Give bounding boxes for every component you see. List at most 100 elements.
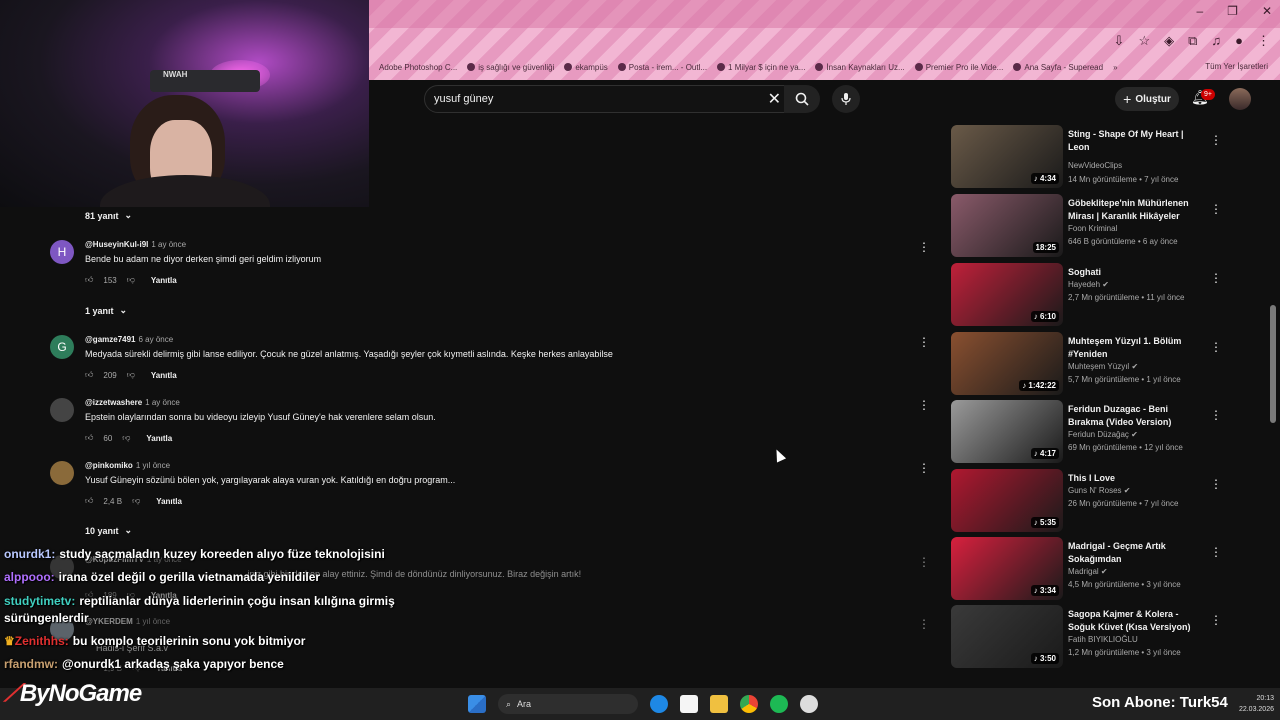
- channel-name[interactable]: Hayedeh ✔: [1068, 280, 1109, 289]
- dislike-icon[interactable]: 👎︎: [127, 275, 135, 285]
- install-app-icon[interactable]: ⇩: [1114, 33, 1125, 49]
- comment-author[interactable]: @pinkomiko: [85, 461, 133, 470]
- bookmark-item[interactable]: iş sağlığı ve güvenliği: [467, 63, 554, 72]
- bookmarks-overflow[interactable]: »: [1113, 63, 1117, 72]
- like-icon[interactable]: 👍︎: [85, 433, 93, 443]
- dislike-icon[interactable]: 👎︎: [132, 496, 140, 506]
- taskbar-clock[interactable]: 20:13 22.03.2026: [1228, 693, 1274, 715]
- bookmark-item[interactable]: Premier Pro ile Vide...: [914, 63, 1003, 72]
- video-card[interactable]: ♪ 5:35 This I Love Guns N' Roses ✔ 26 Mn…: [948, 469, 1218, 535]
- more-options-icon[interactable]: ⋮: [918, 398, 930, 412]
- comment-date[interactable]: 6 ay önce: [139, 335, 174, 344]
- video-card[interactable]: ♪ 3:34 Madrigal - Geçme Artık Sokağımdan…: [948, 537, 1218, 603]
- menu-icon[interactable]: ⋮: [1257, 33, 1270, 49]
- clear-search-icon[interactable]: ✕: [768, 89, 781, 109]
- comment-date[interactable]: 1 ay önce: [145, 398, 180, 407]
- puzzle-icon[interactable]: ⧉: [1188, 33, 1197, 49]
- account-avatar[interactable]: [1229, 88, 1251, 110]
- video-card[interactable]: ♪ 1:42:22 Muhteşem Yüzyıl 1. Bölüm #Yeni…: [948, 332, 1218, 398]
- more-options-icon[interactable]: ⋮: [1210, 545, 1218, 559]
- close-window-button[interactable]: ✕: [1262, 4, 1272, 18]
- spotify-icon[interactable]: [770, 695, 788, 713]
- more-options-icon[interactable]: ⋮: [1210, 477, 1218, 491]
- bookmark-item[interactable]: Adobe Photoshop C...: [379, 63, 457, 72]
- dislike-icon[interactable]: 👎︎: [127, 370, 135, 380]
- more-options-icon[interactable]: ⋮: [1210, 202, 1218, 216]
- edge-icon[interactable]: [650, 695, 668, 713]
- replies-toggle[interactable]: 81 yanıt ⌄: [85, 210, 132, 221]
- profile-icon[interactable]: ●: [1235, 33, 1243, 49]
- comment-author[interactable]: @gamze7491: [85, 335, 136, 344]
- chrome-icon[interactable]: [740, 695, 758, 713]
- more-options-icon[interactable]: ⋮: [918, 617, 930, 631]
- channel-name[interactable]: Muhteşem Yüzyıl ✔: [1068, 362, 1138, 371]
- video-thumbnail[interactable]: ♪ 1:42:22: [951, 332, 1063, 395]
- channel-name[interactable]: Fatih BIYIKLIOĞLU: [1068, 635, 1138, 644]
- bookmark-item[interactable]: 1 Milyar $ için ne ya...: [717, 63, 805, 72]
- like-icon[interactable]: 👍︎: [85, 370, 93, 380]
- video-title[interactable]: Sting - Shape Of My Heart | Leon: [1068, 128, 1203, 154]
- windows-start-icon[interactable]: [468, 695, 486, 713]
- bookmark-item[interactable]: ekampüs: [564, 63, 608, 72]
- avatar[interactable]: H: [50, 240, 74, 264]
- video-card[interactable]: ♪ 4:17 Feridun Duzagac - Beni Bırakma (V…: [948, 400, 1218, 466]
- replies-toggle[interactable]: 10 yanıt ⌄: [85, 525, 132, 536]
- video-thumbnail[interactable]: ♪ 5:35: [951, 469, 1063, 532]
- video-title[interactable]: Soghati: [1068, 266, 1203, 279]
- video-thumbnail[interactable]: ♪ 4:17: [951, 400, 1063, 463]
- video-thumbnail[interactable]: ♪ 3:50: [951, 605, 1063, 668]
- more-options-icon[interactable]: ⋮: [1210, 271, 1218, 285]
- comment-date[interactable]: 1 ay önce: [151, 240, 186, 249]
- more-options-icon[interactable]: ⋮: [1210, 408, 1218, 422]
- create-button[interactable]: + Oluştur: [1115, 87, 1179, 111]
- video-title[interactable]: This I Love: [1068, 472, 1203, 485]
- store-icon[interactable]: [680, 695, 698, 713]
- video-card[interactable]: 18:25 Göbeklitepe'nin Mühürlenen Mirası …: [948, 194, 1218, 260]
- channel-name[interactable]: Guns N' Roses ✔: [1068, 486, 1130, 495]
- video-thumbnail[interactable]: ♪ 4:34: [951, 125, 1063, 188]
- like-icon[interactable]: 👍︎: [85, 275, 93, 285]
- more-options-icon[interactable]: ⋮: [1210, 340, 1218, 354]
- maximize-button[interactable]: ❐: [1227, 4, 1238, 18]
- channel-name[interactable]: Foon Kriminal: [1068, 224, 1117, 233]
- comment-author[interactable]: @izzetwashere: [85, 398, 142, 407]
- bookmark-star-icon[interactable]: ☆: [1138, 33, 1150, 49]
- reply-button[interactable]: Yanıtla: [146, 434, 172, 443]
- bookmark-item[interactable]: İnsan Kaynakları Uz...: [815, 63, 905, 72]
- reply-button[interactable]: Yanıtla: [156, 497, 182, 506]
- minimize-button[interactable]: –: [1196, 4, 1203, 18]
- more-options-icon[interactable]: ⋮: [1210, 613, 1218, 627]
- video-title[interactable]: Muhteşem Yüzyıl 1. Bölüm #Yeniden: [1068, 335, 1203, 361]
- taskbar-search[interactable]: ⌕ Ara: [498, 694, 638, 714]
- avatar[interactable]: [50, 461, 74, 485]
- all-bookmarks[interactable]: Tüm Yer İşaretleri: [1205, 62, 1268, 71]
- reply-button[interactable]: Yanıtla: [151, 371, 177, 380]
- replies-toggle[interactable]: 1 yanıt ⌄: [85, 305, 127, 316]
- bookmark-item[interactable]: Ana Sayfa - Superead: [1013, 63, 1103, 72]
- more-options-icon[interactable]: ⋮: [1210, 133, 1218, 147]
- voice-search-button[interactable]: [832, 85, 860, 113]
- like-icon[interactable]: 👍︎: [85, 496, 93, 506]
- channel-name[interactable]: NewVideoClips: [1068, 161, 1122, 170]
- more-options-icon[interactable]: ⋮: [918, 555, 930, 569]
- video-card[interactable]: ♪ 4:34 Sting - Shape Of My Heart | Leon …: [948, 125, 1218, 191]
- more-options-icon[interactable]: ⋮: [918, 461, 930, 475]
- comment-date[interactable]: 1 yıl önce: [136, 461, 170, 470]
- folder-icon[interactable]: [710, 695, 728, 713]
- avatar[interactable]: [50, 398, 74, 422]
- video-title[interactable]: Madrigal - Geçme Artık Sokağımdan: [1068, 540, 1203, 566]
- more-options-icon[interactable]: ⋮: [918, 240, 930, 254]
- more-options-icon[interactable]: ⋮: [918, 335, 930, 349]
- video-card[interactable]: ♪ 6:10 Soghati Hayedeh ✔ 2,7 Mn görüntül…: [948, 263, 1218, 329]
- dislike-icon[interactable]: 👎︎: [122, 433, 130, 443]
- page-scrollbar[interactable]: [1270, 305, 1276, 423]
- video-thumbnail[interactable]: 18:25: [951, 194, 1063, 257]
- video-title[interactable]: Sagopa Kajmer & Kolera - Soğuk Küvet (Kı…: [1068, 608, 1203, 634]
- bookmark-item[interactable]: Posta - irem... - Outl...: [617, 63, 707, 72]
- video-thumbnail[interactable]: ♪ 6:10: [951, 263, 1063, 326]
- reply-button[interactable]: Yanıtla: [151, 276, 177, 285]
- search-input[interactable]: yusuf güney ✕: [424, 85, 788, 113]
- video-card[interactable]: ♪ 3:50 Sagopa Kajmer & Kolera - Soğuk Kü…: [948, 605, 1218, 671]
- avatar[interactable]: G: [50, 335, 74, 359]
- comment-author[interactable]: @HuseyinKul-i9l: [85, 240, 148, 249]
